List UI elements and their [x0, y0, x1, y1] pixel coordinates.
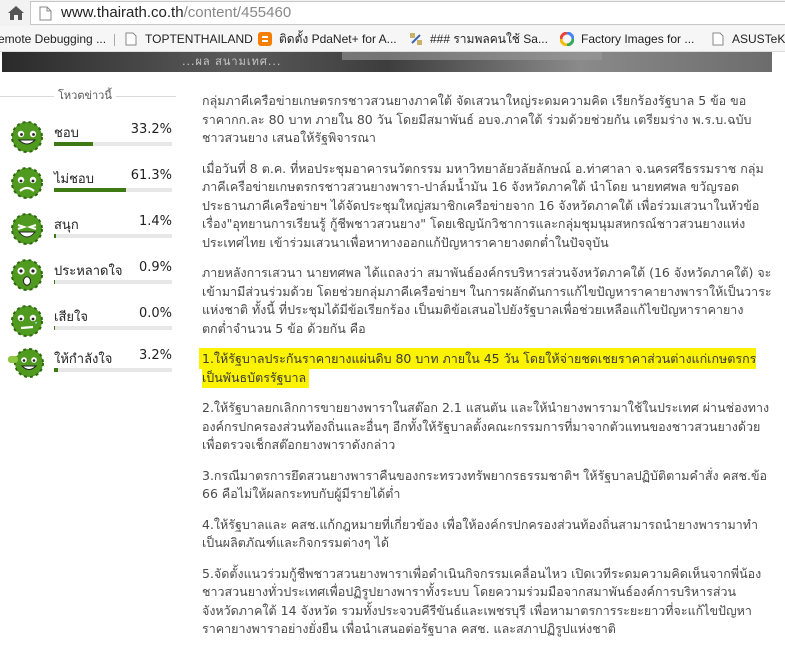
poll-option-fun[interactable]: สนุก 1.4%: [0, 208, 176, 254]
url-host: www.thairath.co.th: [61, 4, 184, 21]
poll-title: โหวตข่าวนี้: [54, 86, 116, 104]
poll-option-bar-fill: [54, 188, 127, 192]
bookmark-item[interactable]: ติดตั้ง PdaNet+ for A...: [258, 30, 397, 48]
poll-option-bar-fill: [54, 142, 94, 146]
cheering-face-icon[interactable]: [6, 342, 48, 382]
poll-option-bar: [54, 188, 172, 192]
poll-option-percent: 33.2%: [130, 122, 172, 137]
poll-option-bar-fill: [54, 326, 56, 330]
bookmark-divider: [114, 34, 115, 46]
satellite-icon: [410, 33, 422, 45]
page-icon: [125, 32, 137, 46]
article-photo: ...ผล สนามเทศ...: [2, 52, 772, 72]
poll-option-label: ประหลาดใจ: [54, 264, 123, 279]
article-paragraph-highlighted: 1.ให้รัฐบาลประกันราคายางแผ่นดิบ 80 บาท ภ…: [202, 350, 772, 387]
poll-option-percent: 1.4%: [138, 214, 172, 229]
article-paragraph: 3.กรณีมาตรการยึดสวนยางพาราคืนของกระทรวงท…: [202, 467, 768, 502]
laughing-face-icon[interactable]: [6, 208, 48, 248]
sad-face-icon[interactable]: [6, 162, 48, 202]
poll-option-cheer[interactable]: ให้กำลังใจ 3.2%: [0, 342, 176, 388]
photo-caption: ...ผล สนามเทศ...: [182, 55, 282, 68]
bookmark-label: ASUSTeK C: [732, 32, 785, 46]
poll-option-label: เสียใจ: [54, 310, 88, 325]
poll-option-bar-fill: [54, 368, 58, 372]
bookmark-label: ### รามพลคนใช้ Sa...: [430, 31, 548, 46]
poll-option-bar-fill: [54, 234, 56, 238]
article-paragraph: ภายหลังการเสวนา นายทศพล ได้แถลงว่า สมาพั…: [202, 265, 772, 336]
poll-option-percent: 61.3%: [130, 168, 172, 183]
bookmark-label: emote Debugging ...: [0, 32, 107, 46]
surprised-face-icon[interactable]: [6, 254, 48, 294]
poll-option-label: ให้กำลังใจ: [54, 352, 113, 367]
photo-banner: [342, 52, 602, 60]
happy-face-icon[interactable]: [6, 116, 48, 156]
address-bar-area: www.thairath.co.th/content/455460: [0, 0, 785, 26]
bookmark-item[interactable]: ASUSTeK C: [711, 30, 785, 48]
poll-option-surprised[interactable]: ประหลาดใจ 0.9%: [0, 254, 176, 300]
poll-option-label: ไม่ชอบ: [54, 172, 94, 187]
blogger-icon: [258, 32, 272, 46]
poll-option-like[interactable]: ชอบ 33.2%: [0, 116, 176, 162]
poll-option-upset[interactable]: เสียใจ 0.0%: [0, 300, 176, 346]
url-text: www.thairath.co.th/content/455460: [61, 4, 291, 21]
article-paragraph: 4.ให้รัฐบาลและ คสช.แก้กฎหมายที่เกี่ยวข้อ…: [202, 516, 758, 551]
poll-option-bar: [54, 326, 172, 330]
poll-option-percent: 0.0%: [138, 306, 172, 321]
url-field[interactable]: www.thairath.co.th/content/455460: [30, 1, 785, 25]
bookmarks-bar: emote Debugging ... TOPTENTHAILAND ติดตั…: [0, 26, 785, 52]
article-paragraph: กลุ่มภาคีเครือข่ายเกษตรกรชาวสวนยางภาคใต้…: [202, 93, 752, 145]
poll-option-bar-fill: [54, 280, 56, 284]
home-icon[interactable]: [6, 3, 26, 23]
upset-face-icon[interactable]: [6, 300, 48, 340]
bookmark-label: ติดตั้ง PdaNet+ for A...: [279, 31, 397, 46]
article-body: กลุ่มภาคีเครือข่ายเกษตรกรชาวสวนยางภาคใต้…: [202, 92, 772, 649]
article-paragraph: 5.จัดตั้งแนวร่วมกู้ชีพชาวสวนยางพาราเพื่อ…: [202, 565, 762, 637]
article-paragraph: เมื่อวันที่ 8 ต.ค. ที่หอประชุมอาคารนวัตก…: [202, 160, 764, 250]
bookmark-label: TOPTENTHAILAND: [145, 32, 253, 46]
article-paragraph: 2.ให้รัฐบาลยกเลิกการขายยางพาราในสต๊อก 2.…: [202, 400, 770, 452]
page-icon: [712, 32, 724, 46]
google-icon: [560, 32, 574, 46]
poll-option-percent: 3.2%: [138, 348, 172, 363]
poll-option-label: สนุก: [54, 218, 79, 233]
page-icon: [39, 6, 52, 21]
bookmark-item[interactable]: TOPTENTHAILAND: [124, 30, 253, 48]
poll-option-dislike[interactable]: ไม่ชอบ 61.3%: [0, 162, 176, 208]
bookmark-label: Factory Images for ...: [581, 32, 695, 46]
poll-option-bar: [54, 234, 172, 238]
poll-option-bar: [54, 142, 172, 146]
poll-option-label: ชอบ: [54, 126, 79, 141]
url-path: /content/455460: [183, 4, 292, 21]
bookmark-item[interactable]: emote Debugging ...: [0, 30, 106, 48]
bookmark-item[interactable]: ### รามพลคนใช้ Sa...: [409, 30, 548, 48]
poll-option-bar: [54, 368, 172, 372]
bookmark-item[interactable]: Factory Images for ...: [560, 30, 694, 48]
highlighted-text: 1.ให้รัฐบาลประกันราคายางแผ่นดิบ 80 บาท ภ…: [202, 351, 757, 385]
poll-option-percent: 0.9%: [138, 260, 172, 275]
poll-option-bar: [54, 280, 172, 284]
poll-header: โหวตข่าวนี้: [0, 86, 176, 104]
